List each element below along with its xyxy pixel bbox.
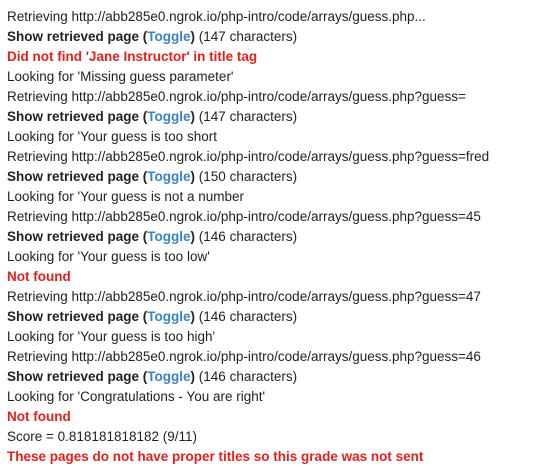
character-count: (146 characters) [195, 309, 298, 324]
show-retrieved-page-line: Show retrieved page (Toggle) (146 charac… [7, 227, 548, 247]
show-retrieved-page-line: Show retrieved page (Toggle) (147 charac… [7, 27, 548, 47]
show-retrieved-page-line: Show retrieved page (Toggle) (147 charac… [7, 107, 548, 127]
toggle-link[interactable]: Toggle [147, 109, 190, 124]
toggle-link[interactable]: Toggle [147, 29, 190, 44]
not-found-message: Not found [7, 269, 71, 284]
retrieving-line: Retrieving http://abb285e0.ngrok.io/php-… [7, 289, 481, 304]
show-retrieved-page-line: Show retrieved page (Toggle) (150 charac… [7, 167, 548, 187]
looking-for-line: Looking for 'Your guess is not a number [7, 189, 244, 204]
retrieving-line: Retrieving http://abb285e0.ngrok.io/php-… [7, 149, 490, 164]
looking-for-line: Looking for 'Your guess is too low' [7, 249, 210, 264]
looking-for-line: Looking for 'Your guess is too high' [7, 329, 216, 344]
toggle-link[interactable]: Toggle [147, 369, 190, 384]
show-retrieved-page-label: Show retrieved page [7, 309, 140, 324]
error-message: Did not find 'Jane Instructor' in title … [7, 49, 258, 64]
toggle-link[interactable]: Toggle [147, 229, 190, 244]
show-retrieved-page-label: Show retrieved page [7, 29, 140, 44]
toggle-link[interactable]: Toggle [147, 169, 190, 184]
grade-not-sent-message: These pages do not have proper titles so… [7, 449, 424, 464]
character-count: (147 characters) [195, 109, 298, 124]
not-found-message: Not found [7, 409, 71, 424]
show-retrieved-page-label: Show retrieved page [7, 169, 140, 184]
retrieving-line: Retrieving http://abb285e0.ngrok.io/php-… [7, 9, 426, 24]
looking-for-line: Looking for 'Your guess is too short [7, 129, 217, 144]
show-retrieved-page-line: Show retrieved page (Toggle) (146 charac… [7, 367, 548, 387]
show-retrieved-page-label: Show retrieved page [7, 369, 140, 384]
autograder-log: Retrieving http://abb285e0.ngrok.io/php-… [0, 0, 548, 467]
show-retrieved-page-label: Show retrieved page [7, 109, 140, 124]
retrieving-line: Retrieving http://abb285e0.ngrok.io/php-… [7, 349, 481, 364]
show-retrieved-page-line: Show retrieved page (Toggle) (146 charac… [7, 307, 548, 327]
looking-for-line: Looking for 'Congratulations - You are r… [7, 389, 266, 404]
show-retrieved-page-label: Show retrieved page [7, 229, 140, 244]
retrieving-line: Retrieving http://abb285e0.ngrok.io/php-… [7, 89, 466, 104]
character-count: (150 characters) [195, 169, 298, 184]
looking-for-line: Looking for 'Missing guess parameter' [7, 69, 234, 84]
character-count: (146 characters) [195, 369, 298, 384]
character-count: (147 characters) [195, 29, 298, 44]
score-line: Score = 0.818181818182 (9/11) [7, 429, 198, 444]
toggle-link[interactable]: Toggle [147, 309, 190, 324]
character-count: (146 characters) [195, 229, 298, 244]
retrieving-line: Retrieving http://abb285e0.ngrok.io/php-… [7, 209, 481, 224]
